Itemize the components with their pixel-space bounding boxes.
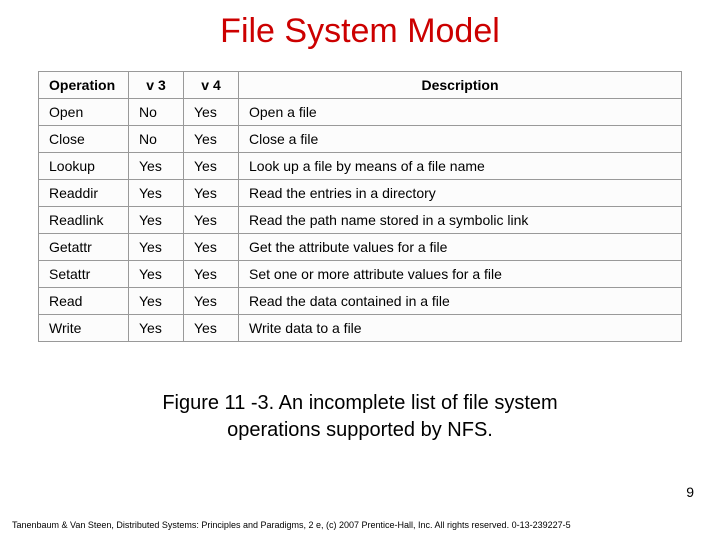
table-row: ReaddirYesYesRead the entries in a direc… [39, 180, 682, 207]
table-header-row: Operation v 3 v 4 Description [39, 72, 682, 99]
cell-v4: Yes [184, 261, 239, 288]
cell-description: Read the data contained in a file [239, 288, 682, 315]
cell-v3: Yes [129, 261, 184, 288]
cell-v3: Yes [129, 153, 184, 180]
table-row: ReadlinkYesYesRead the path name stored … [39, 207, 682, 234]
table-row: ReadYesYesRead the data contained in a f… [39, 288, 682, 315]
cell-operation: Write [39, 315, 129, 342]
cell-v3: Yes [129, 315, 184, 342]
cell-v3: No [129, 99, 184, 126]
cell-v4: Yes [184, 207, 239, 234]
cell-v4: Yes [184, 180, 239, 207]
table-row: OpenNoYesOpen a file [39, 99, 682, 126]
cell-v4: Yes [184, 99, 239, 126]
cell-operation: Lookup [39, 153, 129, 180]
table-row: LookupYesYesLook up a file by means of a… [39, 153, 682, 180]
cell-description: Read the entries in a directory [239, 180, 682, 207]
cell-operation: Read [39, 288, 129, 315]
figure-caption: Figure 11 -3. An incomplete list of file… [0, 390, 720, 444]
cell-operation: Setattr [39, 261, 129, 288]
operations-table: Operation v 3 v 4 Description OpenNoYesO… [38, 71, 682, 342]
header-operation: Operation [39, 72, 129, 99]
cell-v3: Yes [129, 234, 184, 261]
cell-operation: Readlink [39, 207, 129, 234]
page-title: File System Model [0, 0, 720, 71]
cell-v4: Yes [184, 315, 239, 342]
header-v3: v 3 [129, 72, 184, 99]
cell-v3: Yes [129, 207, 184, 234]
cell-description: Set one or more attribute values for a f… [239, 261, 682, 288]
cell-description: Look up a file by means of a file name [239, 153, 682, 180]
cell-v4: Yes [184, 126, 239, 153]
footer-citation: Tanenbaum & Van Steen, Distributed Syste… [12, 520, 571, 530]
cell-v3: Yes [129, 288, 184, 315]
cell-v4: Yes [184, 234, 239, 261]
cell-operation: Readdir [39, 180, 129, 207]
header-description: Description [239, 72, 682, 99]
cell-operation: Open [39, 99, 129, 126]
table-row: WriteYesYesWrite data to a file [39, 315, 682, 342]
cell-description: Close a file [239, 126, 682, 153]
page-number: 9 [686, 484, 694, 500]
table-row: CloseNoYesClose a file [39, 126, 682, 153]
cell-v3: No [129, 126, 184, 153]
cell-description: Get the attribute values for a file [239, 234, 682, 261]
header-v4: v 4 [184, 72, 239, 99]
table-row: SetattrYesYesSet one or more attribute v… [39, 261, 682, 288]
caption-line-2: operations supported by NFS. [227, 419, 493, 441]
cell-description: Read the path name stored in a symbolic … [239, 207, 682, 234]
cell-v3: Yes [129, 180, 184, 207]
cell-v4: Yes [184, 153, 239, 180]
cell-operation: Close [39, 126, 129, 153]
cell-v4: Yes [184, 288, 239, 315]
cell-description: Write data to a file [239, 315, 682, 342]
table-container: Operation v 3 v 4 Description OpenNoYesO… [0, 71, 720, 342]
cell-operation: Getattr [39, 234, 129, 261]
cell-description: Open a file [239, 99, 682, 126]
table-row: GetattrYesYesGet the attribute values fo… [39, 234, 682, 261]
caption-line-1: Figure 11 -3. An incomplete list of file… [162, 392, 557, 414]
